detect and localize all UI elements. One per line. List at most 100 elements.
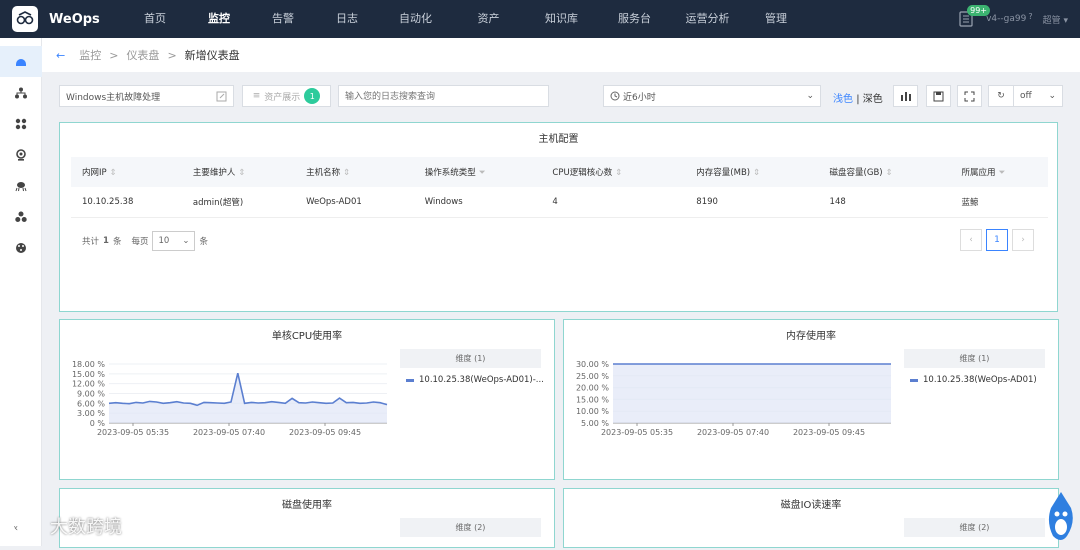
table-cell: 蓝鲸 <box>950 187 1048 218</box>
watermark: 大数跨境 <box>10 513 122 539</box>
table-header[interactable]: 主机名称 ⇕ <box>295 157 414 187</box>
table-header[interactable]: 磁盘容量(GB) ⇕ <box>818 157 951 187</box>
filter-icon[interactable]: ⏷ <box>998 168 1005 178</box>
host-table: 内网IP ⇕ 主要维护人 ⇕ 主机名称 ⇕ 操作系统类型 ⏷ CPU逻辑核心数 ⇕ 内存容量(MB)… <box>71 157 1048 218</box>
nav-item[interactable]: 服务台 <box>598 0 671 38</box>
breadcrumb-separator: > <box>109 48 119 62</box>
y-tick-label: 18.00 % <box>72 360 105 369</box>
chart-add-button[interactable] <box>893 85 918 107</box>
nav-item[interactable]: 运营分析 <box>671 0 744 38</box>
dashboard-icon <box>16 58 26 66</box>
refresh-icon[interactable]: ↻ <box>989 86 1014 106</box>
breadcrumb-dashboard[interactable]: 仪表盘 <box>126 47 159 63</box>
table-row[interactable]: 10.10.25.38 admin(超管) WeOps-AD01 Windows 4 81… <box>71 187 1048 218</box>
page-button[interactable]: 1 <box>986 229 1008 251</box>
sidebar-item-topology[interactable] <box>0 77 42 108</box>
y-tick-label: 0 % <box>90 419 106 428</box>
sidebar-item-cluster[interactable] <box>0 201 42 232</box>
disk-legend-header: 维度 (2) <box>400 518 541 537</box>
cpu-legend-item[interactable]: 10.10.25.38(WeOps-AD01)-... <box>406 375 544 385</box>
help-icon[interactable]: ? <box>1028 12 1032 21</box>
brand-name: WeOps <box>49 11 100 27</box>
nav-item[interactable]: 监控 <box>187 0 251 38</box>
breadcrumb-monitor[interactable]: 监控 <box>79 47 101 63</box>
nav-item[interactable]: 知识库 <box>525 0 598 38</box>
table-header[interactable]: 内网IP ⇕ <box>71 157 182 187</box>
nav-item[interactable]: 告警 <box>251 0 315 38</box>
y-tick-label: 20.00 % <box>576 384 609 393</box>
clock-icon <box>610 91 620 101</box>
nav-item[interactable]: 资产 <box>452 0 525 38</box>
nav-item[interactable]: 自动化 <box>379 0 452 38</box>
table-header[interactable]: 主要维护人 ⇕ <box>181 157 296 187</box>
nav-item[interactable]: 首页 <box>123 0 187 38</box>
sort-icon[interactable]: ⇕ <box>343 168 350 178</box>
page-title: 新增仪表盘 <box>184 49 240 62</box>
refresh-control[interactable]: ↻ off ⌄ <box>988 85 1063 107</box>
user-id[interactable]: v4--ga99 <box>986 14 1026 24</box>
page-size-select[interactable]: 10 ⌄ <box>152 231 196 251</box>
next-page-button[interactable]: › <box>1012 229 1034 251</box>
sidebar-item-settings[interactable] <box>0 232 42 263</box>
topology-icon <box>15 87 27 98</box>
x-tick-label: 2023-09-05 05:35 <box>601 428 673 437</box>
grid-icon <box>15 118 27 129</box>
watermark-logo-icon <box>12 519 38 533</box>
nav-item[interactable]: 管理 <box>744 0 808 38</box>
sort-icon[interactable]: ⇕ <box>110 168 117 178</box>
sidebar-item-dashboard[interactable] <box>0 46 42 77</box>
prev-page-button[interactable]: ‹ <box>960 229 982 251</box>
save-icon <box>933 91 944 101</box>
back-arrow-icon[interactable]: ← <box>56 49 65 62</box>
camera-icon <box>16 148 26 161</box>
memory-legend-item[interactable]: 10.10.25.38(WeOps-AD01) <box>910 375 1037 385</box>
series-area <box>613 364 891 423</box>
theme-dark-option[interactable]: 深色 <box>863 94 883 105</box>
chevron-down-icon: ⌄ <box>1048 91 1056 101</box>
asset-display-button[interactable]: ≡ 资产展示 1 <box>242 85 331 107</box>
series-line[interactable] <box>108 373 388 407</box>
host-config-title: 主机配置 <box>538 134 579 145</box>
dashboard-name-input[interactable]: Windows主机故障处理 <box>59 85 234 107</box>
nav-item[interactable]: 日志 <box>315 0 379 38</box>
y-tick-label: 10.00 % <box>576 407 609 416</box>
x-tick-label: 2023-09-05 07:40 <box>697 428 769 437</box>
sidebar: « <box>0 38 42 546</box>
table-cell: 4 <box>541 187 686 218</box>
disk-chart-title: 磁盘使用率 <box>282 500 332 511</box>
fullscreen-button[interactable] <box>957 85 982 107</box>
sidebar-item-monitor[interactable] <box>0 139 42 170</box>
y-tick-label: 9.00 % <box>77 390 105 399</box>
sort-icon[interactable]: ⇕ <box>615 168 622 178</box>
breadcrumb-separator: > <box>167 48 177 62</box>
cpu-usage-panel: 单核CPU使用率 18.00 % 15.00 % 12.00 % 9.00 % 6.00… <box>59 319 555 480</box>
table-header[interactable]: 操作系统类型 ⏷ <box>413 157 542 187</box>
table-header[interactable]: CPU逻辑核心数 ⇕ <box>541 157 686 187</box>
cpu-chart-title: 单核CPU使用率 <box>271 331 343 342</box>
assistant-mascot-icon[interactable] <box>1042 490 1080 546</box>
table-cell: 10.10.25.38 <box>71 187 182 218</box>
theme-light-option[interactable]: 浅色 <box>833 94 853 105</box>
refresh-interval[interactable]: off <box>1014 91 1048 101</box>
table-cell: 148 <box>818 187 951 218</box>
save-button[interactable] <box>926 85 951 107</box>
sidebar-item-apps[interactable] <box>0 108 42 139</box>
y-tick-label: 3.00 % <box>77 409 105 418</box>
weops-logo[interactable] <box>12 6 38 32</box>
table-header[interactable]: 所属应用 ⏷ <box>950 157 1048 187</box>
user-role[interactable]: 超管 ▾ <box>1043 13 1068 26</box>
time-range-select[interactable]: 近6小时 ⌄ <box>603 85 821 107</box>
notification-badge: 99+ <box>967 5 990 16</box>
log-search-input[interactable] <box>338 85 549 107</box>
cluster-icon <box>15 211 27 222</box>
notification-icon[interactable]: 99+ <box>958 5 990 28</box>
sort-icon[interactable]: ⇕ <box>238 168 245 178</box>
sort-icon[interactable]: ⇕ <box>886 168 893 178</box>
sort-icon[interactable]: ⇕ <box>753 168 760 178</box>
top-navbar: WeOps 首页 监控 告警 日志 自动化 资产 知识库 服务台 运营分析 管理 99+ v4--… <box>0 0 1080 38</box>
table-cell: Windows <box>413 187 542 218</box>
disk-usage-panel: 磁盘使用率 维度 (2) <box>59 488 555 548</box>
filter-icon[interactable]: ⏷ <box>479 168 486 178</box>
table-header[interactable]: 内存容量(MB) ⇕ <box>685 157 819 187</box>
sidebar-item-collector[interactable] <box>0 170 42 201</box>
